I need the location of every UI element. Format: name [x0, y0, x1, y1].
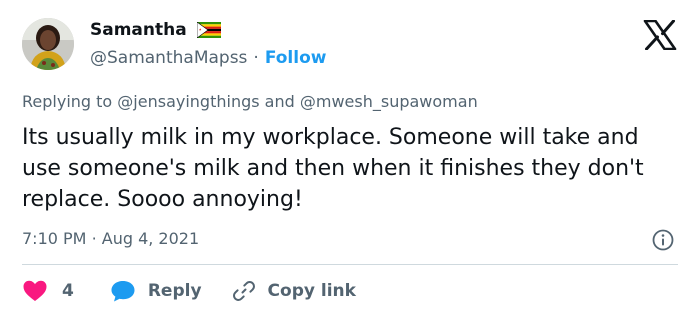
reply-mention-2[interactable]: @mwesh_supawoman — [300, 92, 478, 111]
author-name-row: Samantha — [90, 20, 221, 40]
link-icon — [232, 281, 255, 301]
author-handle[interactable]: @SamanthaMapss — [90, 48, 247, 68]
avatar[interactable] — [22, 18, 74, 70]
reply-label: Reply — [147, 281, 202, 301]
follow-button[interactable]: Follow — [265, 48, 327, 68]
heart-icon — [23, 280, 47, 301]
display-name[interactable]: Samantha — [90, 20, 187, 40]
reply-mention-1[interactable]: @jensayingthings — [117, 92, 259, 111]
replying-joiner: and — [264, 92, 295, 111]
tweet-text: Its usually milk in my workplace. Someon… — [22, 125, 644, 212]
tweet-card: Samantha @SamanthaMapss · Follow Replyin… — [0, 0, 700, 318]
timestamp-separator: · — [91, 229, 97, 248]
avatar-image — [22, 18, 74, 70]
like-button[interactable]: 4 — [22, 279, 74, 303]
info-icon[interactable] — [651, 228, 675, 252]
like-count: 4 — [62, 281, 74, 301]
author-handle-row: @SamanthaMapss · Follow — [90, 48, 326, 68]
handle-separator: · — [253, 48, 259, 68]
replying-to: Replying to @jensayingthings and @mwesh_… — [22, 92, 478, 111]
divider — [22, 264, 678, 265]
zimbabwe-flag-icon — [196, 21, 221, 39]
reply-button[interactable]: Reply — [110, 279, 202, 303]
copy-link-button[interactable]: Copy link — [232, 279, 356, 303]
x-logo-icon[interactable] — [643, 19, 677, 51]
tweet-actions: 4 Reply Copy link — [22, 276, 356, 306]
copy-link-label: Copy link — [267, 281, 356, 301]
tweet-timestamp[interactable]: 7:10 PM · Aug 4, 2021 — [22, 229, 199, 248]
reply-bubble-icon — [111, 281, 135, 302]
tweet-time: 7:10 PM — [22, 229, 87, 248]
replying-prefix: Replying to — [22, 92, 113, 111]
tweet-date: Aug 4, 2021 — [101, 229, 200, 248]
